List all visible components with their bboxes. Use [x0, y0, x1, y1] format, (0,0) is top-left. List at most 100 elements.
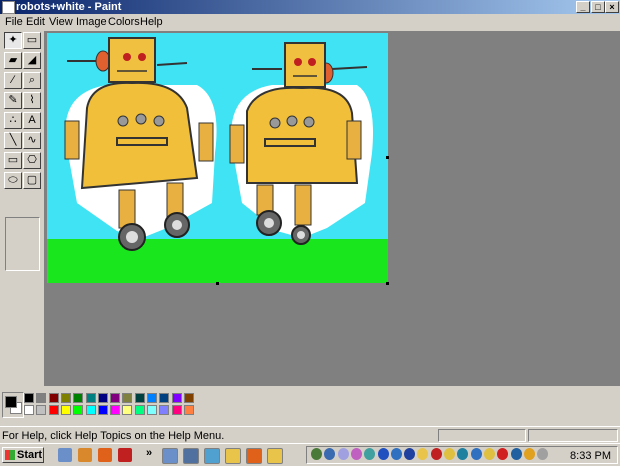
eraser-tool[interactable]: ▰ [4, 52, 22, 69]
palette-swatch[interactable] [147, 393, 157, 403]
task-window-2[interactable] [183, 448, 199, 464]
palette-swatch[interactable] [147, 405, 157, 415]
pick-color-tool[interactable]: ∕ [4, 72, 22, 89]
title-bar: robots+white - Paint _ □ × [0, 0, 620, 14]
task-firefox[interactable] [246, 448, 262, 464]
palette-swatch[interactable] [73, 405, 84, 415]
palette-swatch[interactable] [60, 393, 71, 403]
palette-swatch[interactable] [122, 405, 133, 415]
tray-icon-6[interactable] [377, 448, 389, 460]
tray-icon-7[interactable] [390, 448, 402, 460]
rectangle-tool[interactable]: ▭ [4, 152, 22, 169]
menu-edit[interactable]: Edit [26, 16, 45, 29]
paint-icon[interactable] [78, 448, 92, 462]
tray-icon-4[interactable] [350, 448, 362, 460]
tray-icon-8[interactable] [404, 448, 416, 460]
menu-file[interactable]: File [5, 16, 23, 29]
close-button[interactable]: × [605, 1, 619, 13]
palette-swatch[interactable] [159, 393, 170, 403]
curve-tool[interactable]: ∿ [23, 132, 41, 149]
select-tool-icon: ▭ [26, 34, 38, 46]
palette-swatch[interactable] [159, 405, 170, 415]
line-tool-icon: ╲ [9, 134, 17, 146]
palette-swatch[interactable] [36, 405, 47, 415]
select-tool[interactable]: ▭ [23, 32, 41, 49]
maximize-button[interactable]: □ [591, 1, 605, 13]
resize-handle-bottom[interactable] [216, 282, 219, 285]
task-window-1[interactable] [162, 448, 178, 464]
tray-icon-17[interactable] [523, 448, 535, 460]
palette-swatch[interactable] [97, 405, 108, 415]
tray-icon-3[interactable] [337, 448, 349, 460]
palette-swatch[interactable] [110, 393, 121, 403]
palette-swatch[interactable] [183, 393, 194, 403]
task-folder-2[interactable] [267, 448, 283, 464]
palette-swatch[interactable] [36, 393, 47, 403]
fill-tool[interactable]: ◢ [23, 52, 41, 69]
color-palette [0, 386, 620, 426]
foreground-color-swatch[interactable] [5, 396, 17, 408]
line-tool[interactable]: ╲ [4, 132, 22, 149]
firefox-icon[interactable] [98, 448, 112, 462]
palette-swatch[interactable] [171, 405, 182, 415]
palette-swatch[interactable] [134, 405, 145, 415]
tray-icon-1[interactable] [311, 448, 322, 460]
resize-handle-corner[interactable] [386, 282, 389, 285]
tray-icon-16[interactable] [510, 448, 522, 460]
tray-icon-2[interactable] [324, 448, 336, 460]
tray-icon-18[interactable] [537, 448, 549, 460]
palette-swatch[interactable] [171, 393, 182, 403]
palette-swatch[interactable] [97, 393, 108, 403]
palette-swatch[interactable] [24, 405, 34, 415]
palette-swatch[interactable] [110, 405, 121, 415]
paint-app-icon[interactable] [2, 1, 15, 14]
magnifier-tool-icon: ⌕ [28, 74, 36, 86]
task-window-3[interactable] [204, 448, 220, 464]
tray-icon-12[interactable] [457, 448, 469, 460]
text-tool[interactable]: A [23, 112, 41, 129]
palette-swatch[interactable] [183, 405, 194, 415]
toolbox: ✦ ▭ ▰ ◢ ∕ ⌕ ✎ ⌇ ∴ A ╲ ∿ ▭ ⎔ ⬭ ▢ [0, 31, 44, 386]
resize-handle-right[interactable] [386, 156, 389, 159]
rounded-rectangle-tool[interactable]: ▢ [23, 172, 41, 189]
menu-image[interactable]: Image [76, 16, 107, 29]
task-folder-1[interactable] [225, 448, 241, 464]
show-desktop-icon[interactable] [58, 448, 72, 462]
menu-view[interactable]: View [49, 16, 73, 29]
tray-icon-11[interactable] [444, 448, 455, 460]
palette-swatch[interactable] [48, 405, 59, 415]
palette-swatch[interactable] [60, 405, 71, 415]
tray-icon-10[interactable] [430, 448, 442, 460]
tray-icon-15[interactable] [497, 448, 509, 460]
palette-swatch[interactable] [122, 393, 133, 403]
drawing-canvas[interactable] [47, 33, 388, 283]
palette-swatch[interactable] [85, 393, 96, 403]
tray-icon-9[interactable] [417, 448, 429, 460]
ellipse-tool[interactable]: ⬭ [4, 172, 22, 189]
menu-colors[interactable]: Colors [108, 16, 140, 29]
palette-swatch[interactable] [73, 393, 84, 403]
ellipse-tool-icon: ⬭ [8, 174, 18, 186]
quick-launch-chevron[interactable]: » [146, 447, 152, 459]
palette-swatch[interactable] [24, 393, 34, 403]
tray-icon-5[interactable] [364, 448, 376, 460]
current-colors[interactable] [2, 392, 24, 418]
free-form-select-tool[interactable]: ✦ [4, 32, 22, 49]
palette-swatch[interactable] [134, 393, 145, 403]
bug-icon[interactable] [118, 448, 132, 462]
pencil-tool[interactable]: ✎ [4, 92, 22, 109]
minimize-button[interactable]: _ [576, 1, 590, 13]
tool-options-box[interactable] [5, 217, 40, 271]
polygon-tool[interactable]: ⎔ [23, 152, 41, 169]
tray-icon-13[interactable] [470, 448, 482, 460]
rounded-rectangle-tool-icon: ▢ [26, 174, 38, 186]
airbrush-tool[interactable]: ∴ [4, 112, 22, 129]
polygon-tool-icon: ⎔ [27, 154, 37, 166]
menu-help[interactable]: Help [140, 16, 163, 29]
palette-swatch[interactable] [48, 393, 59, 403]
tray-icon-14[interactable] [483, 448, 495, 460]
palette-swatch[interactable] [85, 405, 96, 415]
magnifier-tool[interactable]: ⌕ [23, 72, 41, 89]
brush-tool[interactable]: ⌇ [23, 92, 41, 109]
start-button[interactable]: Start [2, 447, 44, 463]
